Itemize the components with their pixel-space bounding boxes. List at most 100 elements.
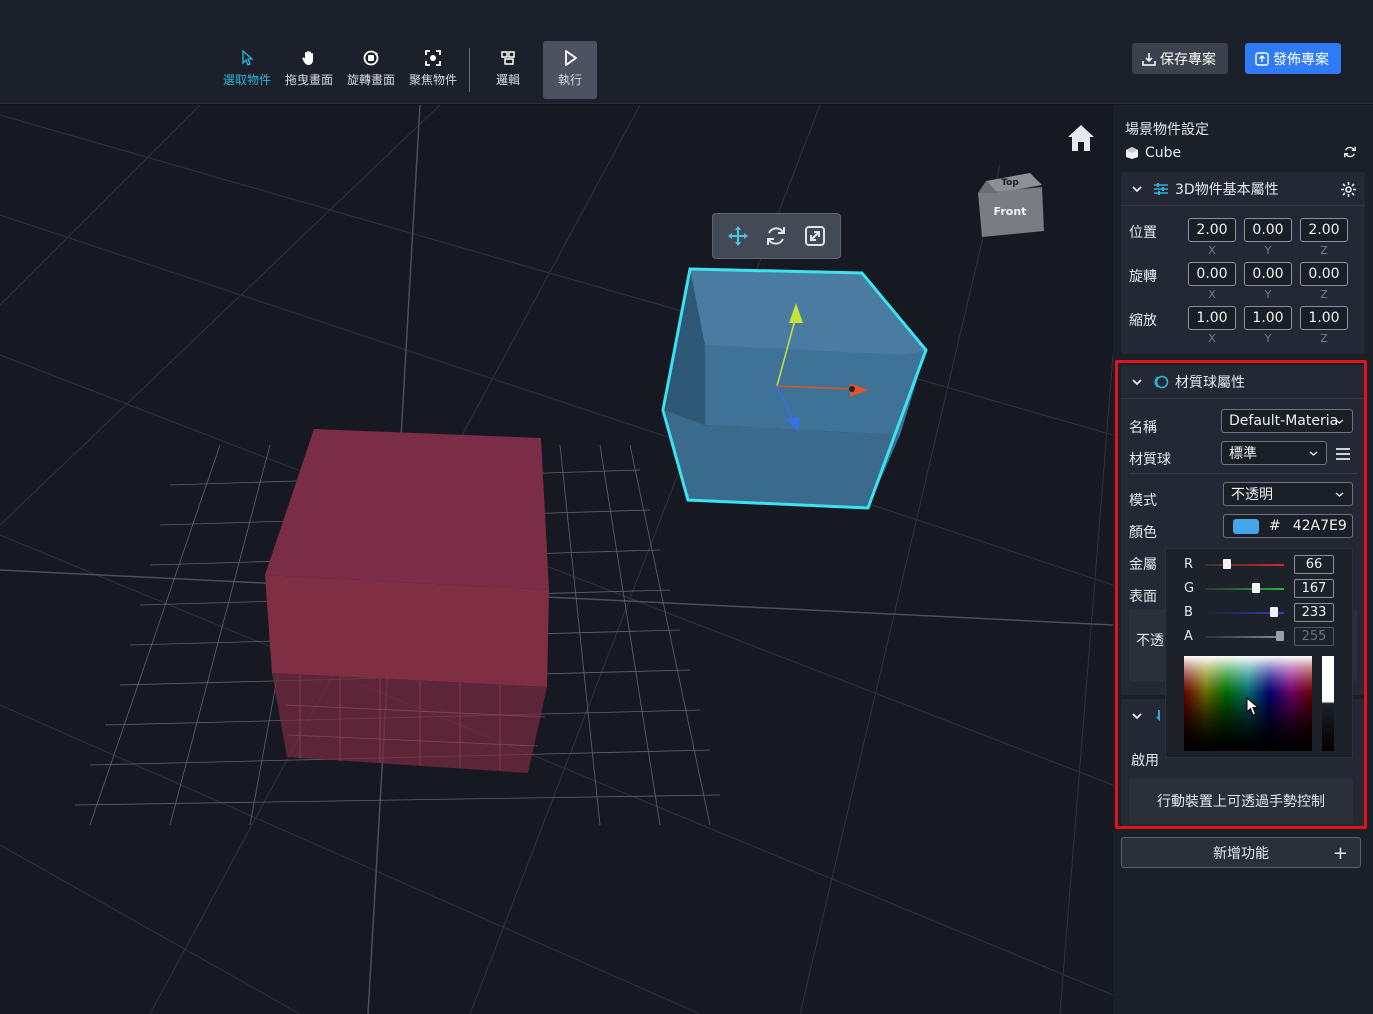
move-icon[interactable] <box>726 224 750 248</box>
metallic-label: 金屬 <box>1129 557 1157 573</box>
axis-x-label: X <box>1208 244 1216 257</box>
axis-z-label: Z <box>1320 332 1328 345</box>
publish-icon <box>1255 51 1269 66</box>
material-ball-label: 材質球 <box>1129 452 1171 468</box>
mode-select[interactable]: 不透明 <box>1223 482 1353 506</box>
enable-label: 啟用 <box>1131 753 1159 769</box>
basic-properties-header[interactable]: 3D物件基本屬性 <box>1121 172 1365 206</box>
sliders-icon <box>1154 182 1168 195</box>
scale-icon[interactable] <box>803 224 827 248</box>
material-name-select[interactable]: Default-Materia <box>1221 409 1353 433</box>
save-project-button[interactable]: 保存專案 <box>1132 43 1228 74</box>
red-channel-label: R <box>1184 557 1194 572</box>
position-label: 位置 <box>1129 225 1157 241</box>
view-cube-top-label: Top <box>1001 178 1019 188</box>
alpha-channel-slider[interactable] <box>1205 636 1284 638</box>
toolbar-divider <box>469 48 470 92</box>
publish-project-label: 發佈專案 <box>1273 51 1329 68</box>
rotation-y-input[interactable]: 0.00 <box>1244 262 1292 286</box>
chevron-down-icon <box>1132 713 1142 720</box>
gesture-control-text: 行動裝置上可透過手勢控制 <box>1157 794 1325 810</box>
tool-label: 選取物件 <box>222 73 271 87</box>
selected-cube[interactable] <box>661 267 928 510</box>
blue-slider-handle[interactable] <box>1270 607 1278 617</box>
color-field[interactable]: # 42A7E9 <box>1223 514 1353 538</box>
green-channel-input[interactable]: 167 <box>1294 579 1334 598</box>
position-row: 位置 2.00 0.00 2.00 X Y Z <box>1121 214 1365 258</box>
scale-y-input[interactable]: 1.00 <box>1244 306 1292 330</box>
settings-icon[interactable] <box>1340 181 1357 198</box>
chevron-down-icon <box>1132 185 1142 192</box>
red-channel-input[interactable]: 66 <box>1294 555 1334 574</box>
axis-y-label: Y <box>1264 332 1272 345</box>
view-cube[interactable]: Top Front <box>970 167 1050 247</box>
scene-canvas[interactable] <box>0 105 1113 1014</box>
color-hex-value: 42A7E9 <box>1292 518 1347 534</box>
material-header[interactable]: 材質球屬性 <box>1121 365 1365 399</box>
section-divider <box>1129 473 1357 474</box>
mode-value: 不透明 <box>1231 487 1273 503</box>
chevron-down-icon <box>1132 378 1142 385</box>
tool-focus-object[interactable]: 聚焦物件 <box>405 41 461 99</box>
axis-y-label: Y <box>1264 244 1272 257</box>
position-z-input[interactable]: 2.00 <box>1300 218 1348 242</box>
luminance-handle[interactable] <box>1312 656 1322 751</box>
material-name-value: Default-Materia <box>1229 413 1339 429</box>
color-swatch[interactable] <box>1233 518 1259 534</box>
position-x-input[interactable]: 2.00 <box>1188 218 1236 242</box>
scale-row: 縮放 1.00 1.00 1.00 X Y Z <box>1121 302 1365 346</box>
blue-channel-row: B 233 <box>1166 603 1354 623</box>
red-slider-handle[interactable] <box>1223 559 1231 569</box>
rotation-z-input[interactable]: 0.00 <box>1300 262 1348 286</box>
material-title: 材質球屬性 <box>1175 374 1245 391</box>
material-ball-select[interactable]: 標準 <box>1221 441 1327 465</box>
green-channel-slider[interactable] <box>1205 588 1284 590</box>
save-project-label: 保存專案 <box>1160 51 1216 68</box>
chevron-down-icon <box>1335 492 1344 497</box>
gesture-control-note: 行動裝置上可透過手勢控制 <box>1129 778 1353 824</box>
logic-icon <box>501 51 515 65</box>
color-label: 顏色 <box>1129 525 1157 541</box>
rotate-icon[interactable] <box>764 224 788 248</box>
tool-run[interactable]: 執行 <box>543 41 597 99</box>
blue-channel-input[interactable]: 233 <box>1294 603 1334 622</box>
basic-properties-title: 3D物件基本屬性 <box>1175 181 1279 198</box>
rotate-view-icon <box>363 50 379 66</box>
add-feature-button[interactable]: 新增功能 + <box>1121 837 1361 868</box>
red-cube[interactable] <box>265 429 549 773</box>
rotation-label: 旋轉 <box>1129 269 1157 285</box>
rotation-x-input[interactable]: 0.00 <box>1188 262 1236 286</box>
tool-rotate-view[interactable]: 旋轉畫面 <box>343 41 399 99</box>
scale-z-input[interactable]: 1.00 <box>1300 306 1348 330</box>
tool-logic[interactable]: 邏輯 <box>480 41 536 99</box>
green-channel-label: G <box>1184 581 1195 596</box>
red-channel-slider[interactable] <box>1205 564 1284 566</box>
tool-label: 拖曳畫面 <box>284 73 333 87</box>
color-hash: # <box>1269 518 1281 534</box>
material-name-label: 名稱 <box>1129 420 1157 436</box>
scale-x-input[interactable]: 1.00 <box>1188 306 1236 330</box>
position-y-input[interactable]: 0.00 <box>1244 218 1292 242</box>
scene-viewport[interactable]: Top Front <box>0 105 1113 1014</box>
luminance-slider[interactable] <box>1312 656 1334 751</box>
alpha-channel-input[interactable]: 255 <box>1294 627 1334 646</box>
hand-icon <box>302 51 313 65</box>
green-slider-handle[interactable] <box>1252 583 1260 593</box>
panel-title: 場景物件設定 <box>1125 122 1209 138</box>
top-toolbar: 選取物件 拖曳畫面 旋轉畫面 聚焦物件 邏輯 執行 保存專案 發佈專案 <box>0 0 1373 104</box>
axis-x-label: X <box>1208 288 1216 301</box>
chevron-down-icon <box>1335 419 1344 424</box>
axis-z-label: Z <box>1320 288 1328 301</box>
alpha-slider-handle[interactable] <box>1276 631 1284 641</box>
material-ball-value: 標準 <box>1229 446 1257 462</box>
publish-project-button[interactable]: 發佈專案 <box>1245 43 1341 74</box>
opacity-label: 不透 <box>1136 633 1164 649</box>
tool-pan-view[interactable]: 拖曳畫面 <box>281 41 337 99</box>
menu-icon[interactable] <box>1335 447 1351 461</box>
tool-select-object[interactable]: 選取物件 <box>219 41 275 99</box>
axis-z-label: Z <box>1320 244 1328 257</box>
refresh-icon[interactable] <box>1343 145 1357 159</box>
material-ball-icon <box>1154 375 1169 388</box>
rotation-row: 旋轉 0.00 0.00 0.00 X Y Z <box>1121 258 1365 302</box>
home-icon[interactable] <box>1064 121 1098 155</box>
